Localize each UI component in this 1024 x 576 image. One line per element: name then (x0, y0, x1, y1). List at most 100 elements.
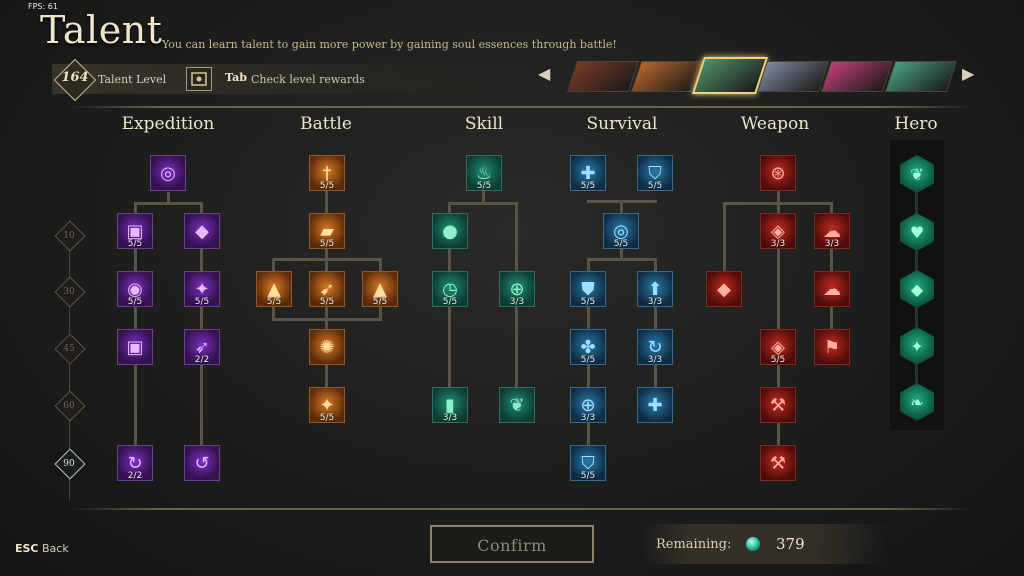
talent-node-survival[interactable]: ✚ 5/5 (570, 155, 606, 191)
plus-icon: ✚ (647, 394, 663, 416)
hero-portrait-3[interactable] (691, 57, 769, 94)
talent-node-expedition[interactable]: ↻ 2/2 (117, 445, 153, 481)
category-skill: Skill (464, 114, 504, 134)
talent-node-skill[interactable]: ♨ 5/5 (466, 155, 502, 191)
talent-count: 5/5 (580, 181, 596, 191)
talent-node-weapon[interactable]: ☁ (814, 271, 850, 307)
talent-node-skill[interactable]: ❦ (499, 387, 535, 423)
hero-portrait-5[interactable] (820, 61, 894, 92)
esc-key-hint[interactable]: ESC (15, 542, 39, 555)
talent-node-survival[interactable]: ◎ 5/5 (603, 213, 639, 249)
talent-node-weapon[interactable]: ◆ (706, 271, 742, 307)
talent-count: 3/3 (647, 355, 663, 365)
talent-level-label: Talent Level (98, 73, 167, 86)
talent-node-weapon[interactable]: ◈ 5/5 (760, 329, 796, 365)
level-label: 90 (63, 459, 75, 469)
talent-node-battle[interactable]: ▰ 5/5 (309, 213, 345, 249)
talent-count: 3/3 (647, 297, 663, 307)
talent-node-weapon[interactable]: ◈ 3/3 (760, 213, 796, 249)
talent-count: 5/5 (580, 297, 596, 307)
back-label[interactable]: Back (42, 542, 69, 555)
talent-node-weapon[interactable]: ⚑ (814, 329, 850, 365)
talent-node-survival[interactable]: ⛉ 5/5 (570, 445, 606, 481)
swirl-icon: ◎ (160, 162, 176, 184)
talent-node-survival[interactable]: ⬆ 3/3 (637, 271, 673, 307)
connector (587, 258, 657, 261)
talent-node-battle[interactable]: † 5/5 (309, 155, 345, 191)
hero-portrait-1[interactable] (566, 61, 640, 92)
talent-count: 5/5 (319, 297, 335, 307)
page-title: Talent (40, 8, 163, 52)
level-label: 60 (63, 401, 75, 411)
talent-count: 2/2 (127, 471, 143, 481)
talent-count: 5/5 (476, 181, 492, 191)
talent-node-survival[interactable]: ⛊ 5/5 (570, 271, 606, 307)
talent-count: 5/5 (194, 297, 210, 307)
talent-count: 5/5 (580, 471, 596, 481)
talent-node-survival[interactable]: ✚ (637, 387, 673, 423)
burst-icon: ✺ (319, 336, 335, 358)
talent-node-skill[interactable]: ◷ 5/5 (432, 271, 468, 307)
chevron-right-icon[interactable]: ▶ (962, 64, 974, 83)
hero-portrait-2[interactable] (630, 61, 704, 92)
talent-node-expedition[interactable]: ◎ (150, 155, 186, 191)
hero-portrait-6[interactable] (884, 61, 958, 92)
anvil-icon: ⚒ (769, 394, 787, 416)
talent-node-expedition[interactable]: ◉ 5/5 (117, 271, 153, 307)
talent-node-survival[interactable]: ⊕ 3/3 (570, 387, 606, 423)
footer-divider (70, 508, 974, 510)
remaining-label: Remaining: (656, 537, 732, 552)
talent-count: 3/3 (824, 239, 840, 249)
chevron-left-icon[interactable]: ◀ (538, 64, 550, 83)
talent-node-skill[interactable]: ⊕ 3/3 (499, 271, 535, 307)
talent-node-weapon[interactable]: ⊛ (760, 155, 796, 191)
talent-count: 3/3 (442, 413, 458, 423)
leaf-icon: ❦ (509, 394, 525, 416)
talent-node-survival[interactable]: ⛉ 5/5 (637, 155, 673, 191)
talent-count: 5/5 (770, 355, 786, 365)
hero-portrait-4[interactable] (756, 61, 830, 92)
talent-node-skill[interactable]: ▮ 3/3 (432, 387, 468, 423)
pouch-icon: ◆ (195, 220, 209, 242)
diamond-icon: ◆ (717, 278, 731, 300)
level-label: 30 (63, 287, 75, 297)
talent-node-battle[interactable]: ✦ 5/5 (309, 387, 345, 423)
talent-node-battle[interactable]: ➹ 5/5 (309, 271, 345, 307)
connector (272, 258, 382, 261)
talent-level-value: 164 (61, 70, 89, 85)
banner-icon: ⚑ (823, 336, 841, 358)
talent-node-battle[interactable]: ✺ (309, 329, 345, 365)
talent-count: 5/5 (266, 297, 282, 307)
talent-count: 3/3 (770, 239, 786, 249)
confirm-button[interactable]: Confirm (430, 525, 594, 563)
level-label: 45 (63, 344, 75, 354)
spiral-icon: ↺ (194, 452, 210, 474)
connector (723, 202, 833, 205)
connector (448, 202, 518, 205)
potion-icon: ● (442, 220, 458, 242)
level-rewards-icon[interactable] (186, 67, 212, 91)
talent-node-expedition[interactable]: ↺ (184, 445, 220, 481)
tab-hint-text: Check level rewards (251, 73, 365, 86)
talent-node-survival[interactable]: ✤ 5/5 (570, 329, 606, 365)
talent-node-weapon[interactable]: ☁ 3/3 (814, 213, 850, 249)
talent-node-battle[interactable]: ▲ 5/5 (362, 271, 398, 307)
talent-node-expedition[interactable]: ◆ (184, 213, 220, 249)
talent-node-skill[interactable]: ● (432, 213, 468, 249)
talent-count: 5/5 (613, 239, 629, 249)
category-weapon: Weapon (740, 114, 810, 134)
level-label: 10 (63, 231, 75, 241)
talent-count: 5/5 (319, 181, 335, 191)
talent-node-expedition[interactable]: ✦ 5/5 (184, 271, 220, 307)
talent-node-expedition[interactable]: ➶ 2/2 (184, 329, 220, 365)
remaining-value: 379 (776, 535, 805, 553)
talent-node-battle[interactable]: ▲ 5/5 (256, 271, 292, 307)
talent-node-weapon[interactable]: ⚒ (760, 445, 796, 481)
soul-essence-icon (746, 537, 760, 551)
talent-count: 2/2 (194, 355, 210, 365)
talent-node-expedition[interactable]: ▣ (117, 329, 153, 365)
category-survival: Survival (586, 114, 658, 134)
talent-node-survival[interactable]: ↻ 3/3 (637, 329, 673, 365)
talent-node-weapon[interactable]: ⚒ (760, 387, 796, 423)
talent-node-expedition[interactable]: ▣ 5/5 (117, 213, 153, 249)
